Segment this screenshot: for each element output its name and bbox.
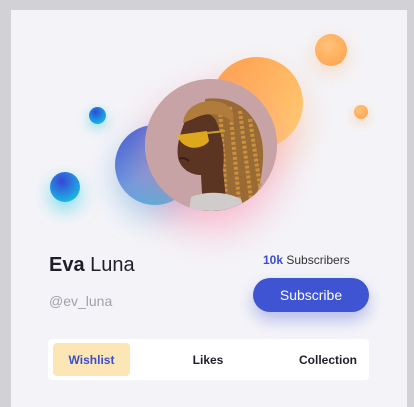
- avatar-portrait-icon: [145, 79, 277, 211]
- profile-card: Eva Luna @ev_luna 10k Subscribers Subscr…: [11, 10, 407, 407]
- subscriber-count: 10k Subscribers: [263, 253, 350, 267]
- decor-blue-bubble-left: [50, 172, 80, 202]
- tab-collection[interactable]: Collection: [293, 343, 363, 376]
- subscriber-count-label: Subscribers: [283, 253, 350, 267]
- decor-orange-bubble-top: [315, 34, 347, 66]
- subscribe-button[interactable]: Subscribe: [253, 278, 369, 312]
- decor-blue-bubble-small: [89, 107, 106, 124]
- first-name: Eva: [49, 254, 85, 276]
- tab-wishlist[interactable]: Wishlist: [53, 343, 130, 376]
- avatar[interactable]: [145, 79, 277, 211]
- tab-likes[interactable]: Likes: [178, 343, 238, 376]
- tab-bar: Wishlist Likes Collection: [48, 339, 369, 380]
- last-name: Luna: [90, 254, 135, 276]
- subscriber-count-value: 10k: [263, 253, 284, 267]
- decor-orange-bubble-small: [354, 105, 368, 119]
- profile-handle: @ev_luna: [49, 293, 113, 309]
- profile-name: Eva Luna: [49, 254, 135, 277]
